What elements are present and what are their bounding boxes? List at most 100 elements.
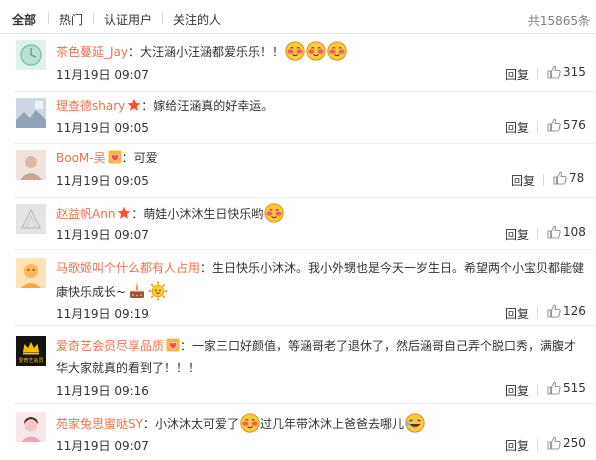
like-count: 108 xyxy=(563,225,586,239)
thumbs-up-icon xyxy=(547,118,561,132)
avatar[interactable] xyxy=(16,258,46,288)
reply-button[interactable]: 回复 xyxy=(505,305,529,322)
comment-date: 11月19日 09:05 xyxy=(56,121,149,135)
comment-filter-tabs: 全部 热门 认证用户 关注的人 共15865条 xyxy=(0,0,596,34)
heart-badge-icon xyxy=(166,338,180,352)
sun-emoji-icon xyxy=(148,281,168,301)
reply-button[interactable]: 回复 xyxy=(505,66,529,83)
comment-text: ：可爱 xyxy=(121,151,158,165)
action-divider xyxy=(537,228,538,240)
like-button[interactable]: 576 xyxy=(547,118,586,132)
blush-emoji-icon xyxy=(306,41,326,61)
reply-button[interactable]: 回复 xyxy=(505,437,529,454)
comment-item: 赵益帆Ann ：萌娃小沐沐生日快乐哟 11月19日 09:07 回复 108 xyxy=(0,198,596,250)
blush-emoji-icon xyxy=(327,41,347,61)
tab-divider xyxy=(93,12,94,24)
thumbs-up-icon xyxy=(547,381,561,395)
blush-emoji-icon xyxy=(285,41,305,61)
action-divider xyxy=(537,439,538,451)
like-count: 250 xyxy=(563,436,586,450)
username-link[interactable]: 赵益帆Ann xyxy=(56,207,115,221)
comment-text: ：小沐沐太可爱了 xyxy=(142,417,239,431)
tab-all[interactable]: 全部 xyxy=(12,11,36,28)
comment-item: 苑家兔思蜜哒SY：小沐沐太可爱了 过几年带沐沐上爸爸去哪儿 11月19日 09:0… xyxy=(0,404,596,460)
tab-divider xyxy=(48,12,49,24)
like-count: 576 xyxy=(563,118,586,132)
blush-emoji-icon xyxy=(240,413,260,433)
username-link[interactable]: 茶色蔓延_Jay xyxy=(56,45,128,59)
comment-item: 理查德shary ：嫁给汪涵真的好幸运。 11月19日 09:05 回复 576 xyxy=(0,92,596,144)
comment-text-continued: 康快乐成长~ xyxy=(56,285,127,299)
reply-button[interactable]: 回复 xyxy=(505,226,529,243)
avatar[interactable]: 爱奇艺会员 xyxy=(16,336,46,366)
action-divider xyxy=(537,121,538,133)
star-badge-icon xyxy=(127,98,141,112)
reply-button[interactable]: 回复 xyxy=(511,172,535,189)
comment-text-continued: 过几年带沐沐上爸爸去哪儿 xyxy=(259,417,404,431)
like-count: 515 xyxy=(563,381,586,395)
like-button[interactable]: 126 xyxy=(547,304,586,318)
like-button[interactable]: 515 xyxy=(547,381,586,395)
comment-item: BooM-吴 ：可爱 11月19日 09:05 回复 78 xyxy=(0,144,596,198)
comment-text-continued: 华大家就真的看到了！！！ xyxy=(56,361,201,375)
thumbs-up-icon xyxy=(547,304,561,318)
thumbs-up-icon xyxy=(553,171,567,185)
comment-line-continued: 康快乐成长~ xyxy=(56,281,168,301)
avatar[interactable] xyxy=(16,98,46,128)
like-count: 126 xyxy=(563,304,586,318)
tab-following[interactable]: 关注的人 xyxy=(173,11,221,28)
username-link[interactable]: 马歌姬叫个什么都有人占用 xyxy=(56,261,200,275)
avatar[interactable] xyxy=(16,150,46,180)
star-badge-icon xyxy=(117,206,131,220)
avatar-logo-text: 爱奇艺会员 xyxy=(18,357,43,364)
username-link[interactable]: 理查德shary xyxy=(56,99,125,113)
comment-line: BooM-吴 ：可爱 xyxy=(56,149,158,167)
comment-line: 爱奇艺会员尽享品质 ：一家三口好颜值，等涵哥老了退休了，然后涵哥自己弄个脱口秀，满… xyxy=(56,337,576,355)
reply-button[interactable]: 回复 xyxy=(505,119,529,136)
cake-emoji-icon xyxy=(127,281,147,301)
tab-divider xyxy=(162,12,163,24)
blush-emoji-icon xyxy=(264,203,284,223)
comment-date: 11月19日 09:07 xyxy=(56,228,149,242)
heart-badge-icon xyxy=(108,150,122,164)
like-button[interactable]: 78 xyxy=(553,171,584,185)
avatar[interactable] xyxy=(16,40,46,70)
like-button[interactable]: 250 xyxy=(547,436,586,450)
like-button[interactable]: 315 xyxy=(547,65,586,79)
comment-text: ：嫁给汪涵真的好幸运。 xyxy=(141,99,274,113)
comment-text: ：生日快乐小沐沐。我小外甥也是今天一岁生日。希望两个小宝贝都能健 xyxy=(200,261,585,275)
action-divider xyxy=(537,384,538,396)
comment-line: 苑家兔思蜜哒SY：小沐沐太可爱了 过几年带沐沐上爸爸去哪儿 xyxy=(56,413,425,431)
username-link[interactable]: 苑家兔思蜜哒SY xyxy=(56,417,143,431)
avatar[interactable] xyxy=(16,204,46,234)
comment-line: 赵益帆Ann ：萌娃小沐沐生日快乐哟 xyxy=(56,203,284,221)
comment-text: ：萌娃小沐沐生日快乐哟 xyxy=(131,207,264,221)
thumbs-up-icon xyxy=(547,65,561,79)
like-button[interactable]: 108 xyxy=(547,225,586,239)
reply-button[interactable]: 回复 xyxy=(505,382,529,399)
comment-text: ：一家三口好颜值，等涵哥老了退休了，然后涵哥自己弄个脱口秀，满腹才 xyxy=(180,339,577,353)
comment-line: 茶色蔓延_Jay：大汪涵小汪涵都爱乐乐！！ xyxy=(56,41,347,59)
comment-line: 马歌姬叫个什么都有人占用：生日快乐小沐沐。我小外甥也是今天一岁生日。希望两个小宝… xyxy=(56,259,584,277)
like-count: 315 xyxy=(563,65,586,79)
username-link[interactable]: BooM-吴 xyxy=(56,151,106,165)
laughing-tears-emoji-icon xyxy=(405,413,425,433)
comment-date: 11月19日 09:07 xyxy=(56,439,149,453)
like-count: 78 xyxy=(569,171,585,185)
username-link[interactable]: 爱奇艺会员尽享品质 xyxy=(56,339,164,353)
comment-date: 11月19日 09:16 xyxy=(56,384,149,398)
avatar[interactable] xyxy=(16,412,46,442)
comment-item: 爱奇艺会员 爱奇艺会员尽享品质 ：一家三口好颜值，等涵哥老了退休了，然后涵哥自己弄… xyxy=(0,326,596,404)
action-divider xyxy=(537,307,538,319)
comment-date: 11月19日 09:07 xyxy=(56,68,149,82)
action-divider xyxy=(537,68,538,80)
comment-date: 11月19日 09:19 xyxy=(56,307,149,321)
action-divider xyxy=(543,174,544,186)
comment-date: 11月19日 09:05 xyxy=(56,174,149,188)
comment-item: 马歌姬叫个什么都有人占用：生日快乐小沐沐。我小外甥也是今天一岁生日。希望两个小宝… xyxy=(0,250,596,326)
thumbs-up-icon xyxy=(547,436,561,450)
comment-line: 理查德shary ：嫁给汪涵真的好幸运。 xyxy=(56,97,273,115)
tab-verified-users[interactable]: 认证用户 xyxy=(104,11,152,28)
tab-hot[interactable]: 热门 xyxy=(59,11,83,28)
comment-total-count: 共15865条 xyxy=(527,14,590,28)
